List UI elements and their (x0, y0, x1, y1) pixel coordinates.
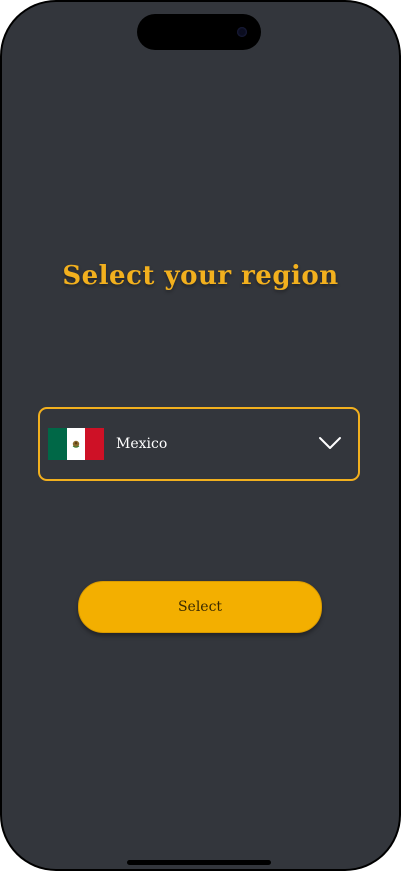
chevron-down-icon[interactable] (318, 433, 342, 453)
device-frame: Select your region Mexico Select (0, 0, 401, 871)
app-screen: Select your region Mexico Select (2, 2, 399, 869)
coat-of-arms-icon (72, 440, 80, 448)
front-camera-icon (237, 27, 247, 37)
page-title: Select your region (62, 261, 339, 291)
select-button[interactable]: Select (78, 581, 322, 633)
home-indicator[interactable] (127, 860, 271, 865)
region-dropdown[interactable]: Mexico (38, 407, 360, 481)
selected-country-label: Mexico (116, 436, 168, 452)
mexico-flag-icon (48, 428, 105, 460)
dynamic-island (137, 14, 261, 50)
